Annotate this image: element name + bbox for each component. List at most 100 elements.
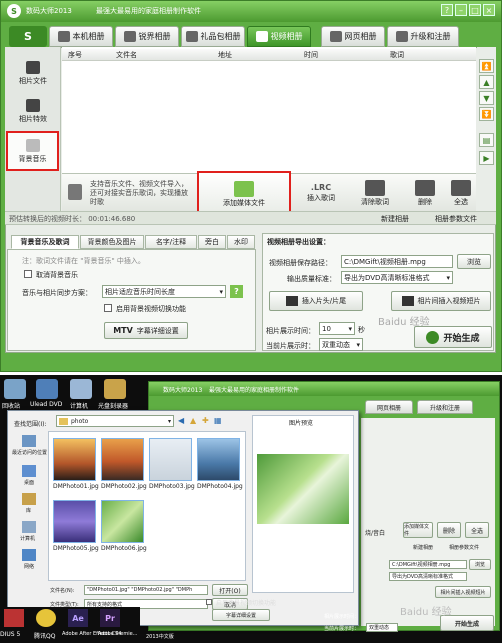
lrc-icon: .LRC: [310, 183, 332, 192]
list-scroll-controls: ⏫ ▲ ▼ ⏬ ▤ ▶: [477, 47, 496, 211]
help-icon[interactable]: ?: [230, 285, 243, 298]
subtab-music-lyrics[interactable]: 背景音乐及歌词: [11, 235, 79, 249]
close-button[interactable]: ×: [483, 4, 495, 16]
insert-lyrics-button[interactable]: .LRC 插入歌词: [298, 176, 344, 210]
insert-video-clip-button[interactable]: 相片间插入视频短片: [391, 291, 491, 311]
look-in-select[interactable]: photo ▾: [56, 415, 174, 427]
move-down-icon[interactable]: ▼: [479, 91, 494, 105]
library-icon[interactable]: [22, 493, 36, 505]
browse-button[interactable]: 浏览: [457, 254, 491, 269]
sidebar-item-background-music[interactable]: 背景音乐: [6, 131, 59, 171]
tab-web-album[interactable]: 网页相册: [321, 26, 385, 47]
app-title: 数码大师2013: [26, 7, 72, 15]
bg-fade-checkbox: [206, 599, 212, 605]
chevron-down-icon: ▾: [356, 340, 360, 349]
estimated-duration: 预估转换后的视频时长： 00:01:46.680: [9, 215, 136, 223]
delete-button[interactable]: 删除: [408, 176, 442, 210]
effect-select[interactable]: 双重动态 ▾: [319, 338, 363, 351]
minimize-button[interactable]: –: [455, 4, 467, 16]
file-thumb-04[interactable]: [197, 438, 240, 481]
fade-checkbox[interactable]: [104, 304, 112, 312]
ulead-dvd-icon[interactable]: [36, 379, 58, 399]
disc-burner-icon[interactable]: [104, 379, 126, 399]
image-icon: [57, 31, 70, 42]
maximize-button[interactable]: □: [469, 4, 481, 16]
monitor-icon: [123, 31, 136, 42]
column-filename: 文件名: [116, 51, 137, 59]
move-up-icon[interactable]: ▲: [479, 75, 494, 89]
upgrade-icon: [395, 31, 408, 42]
tab-screensaver-album[interactable]: 锐界相册: [115, 26, 179, 47]
new-album-link[interactable]: 新建相册: [381, 214, 409, 224]
insert-head-tail-button[interactable]: 插入片头/片尾: [269, 291, 363, 311]
file-thumb-03[interactable]: [149, 438, 192, 481]
after-effects-icon[interactable]: Ae: [68, 609, 88, 627]
filename-input[interactable]: "DMPhoto01.jpg" "DMPhoto02.jpg" "DMPh: [84, 585, 208, 595]
subtab-watermark[interactable]: 水印: [227, 235, 255, 249]
subtitle-settings-button[interactable]: MTV 字幕详细设置: [104, 322, 188, 339]
chevron-down-icon: ▾: [348, 324, 352, 333]
eraser-icon: [365, 179, 385, 196]
quality-select[interactable]: 导出为DVD高清晰标准格式 ▾: [341, 271, 453, 284]
subtab-bg-color[interactable]: 背景颜色及图片: [80, 235, 144, 249]
seconds-unit: 秒: [358, 326, 365, 334]
qq-icon[interactable]: [36, 609, 56, 627]
bg-browse: 浏览: [469, 559, 491, 570]
desktop-label-recycle: 回收站: [2, 403, 21, 410]
up-folder-icon[interactable]: ▲: [190, 416, 196, 425]
tab-local-album[interactable]: 本机相册: [49, 26, 113, 47]
sidebar-item-photo-effects[interactable]: 相片特效: [7, 93, 59, 129]
computer-place-icon[interactable]: [22, 521, 36, 533]
sync-select[interactable]: 相片适应音乐时间长度 ▾: [102, 285, 226, 298]
cancel-music-checkbox[interactable]: [24, 270, 32, 278]
move-bottom-icon[interactable]: ⏬: [479, 107, 494, 121]
show-time-input[interactable]: 10 ▾: [319, 322, 355, 335]
recent-places-icon[interactable]: [22, 435, 36, 447]
tab-upgrade-register[interactable]: 升级和注册: [387, 26, 459, 47]
album-params-link[interactable]: 相册参数文件: [435, 214, 477, 224]
look-in-label: 查找范围(I):: [14, 421, 47, 428]
open-button[interactable]: 打开(O): [212, 584, 248, 596]
select-all-button[interactable]: 全选: [446, 176, 476, 210]
fade-label: 启用背景视频切换功能: [116, 305, 186, 313]
bg-path: C:\DMGift\视频相册.mpg: [389, 560, 467, 569]
save-path-input[interactable]: C:\DMGift\视频相册.mpg: [341, 255, 453, 268]
sidebar: 相片文件 相片特效 背景音乐: [5, 47, 61, 211]
media-list-header: 序号 文件名 地址 时间 歌词: [62, 49, 476, 61]
premiere-icon[interactable]: Pr: [100, 609, 120, 627]
bg-select-all: 全选: [465, 522, 489, 538]
network-icon[interactable]: [22, 549, 36, 561]
places-bar: 最近访问的位置 桌面 库 计算机 网络: [12, 431, 47, 591]
media-list[interactable]: [62, 47, 476, 174]
subtab-narration[interactable]: 旁白: [198, 235, 226, 249]
expand-icon[interactable]: ▶: [479, 151, 494, 165]
file-thumb-02[interactable]: [101, 438, 144, 481]
file-list[interactable]: DMPhoto01.jpg DMPhoto02.jpg DMPhoto03.jp…: [48, 431, 246, 581]
file-thumb-05[interactable]: [53, 500, 96, 543]
recycle-bin-icon[interactable]: [4, 379, 26, 399]
help-button[interactable]: ?: [441, 4, 453, 16]
file-thumb-01[interactable]: [53, 438, 96, 481]
bg-tab-web: 网页相册: [365, 400, 413, 414]
clear-lyrics-button[interactable]: 清除歌词: [352, 176, 398, 210]
chevron-down-icon: ▾: [446, 273, 450, 282]
file-thumb-06[interactable]: [101, 500, 144, 543]
file-open-dialog: 查找范围(I): photo ▾ ◀ ▲ ✚ ▦ 最近访问的位置 桌面 库 计算机…: [7, 410, 359, 626]
tab-gift-album[interactable]: 礼品包相册: [181, 26, 245, 47]
view-menu-icon[interactable]: ▦: [214, 416, 222, 425]
back-icon[interactable]: ◀: [178, 416, 184, 425]
tab-video-album[interactable]: 视频相册: [247, 26, 311, 47]
start-generate-button[interactable]: 开始生成: [414, 326, 492, 348]
dius-icon[interactable]: [4, 609, 24, 627]
column-time: 时间: [304, 51, 318, 59]
move-top-icon[interactable]: ⏫: [479, 59, 494, 73]
app-slogan: 最强大最易用的家庭相册制作软件: [96, 7, 201, 15]
subtab-name-note[interactable]: 名字/注释: [145, 235, 197, 249]
toolbar-hint: 支持音乐文件、视频文件导入，还可对接实音乐歌词，实现播放时歌: [90, 180, 188, 206]
desktop-icon[interactable]: [22, 465, 36, 477]
info-icon[interactable]: ▤: [479, 133, 494, 147]
computer-icon[interactable]: [70, 379, 92, 399]
sidebar-item-photo-files[interactable]: 相片文件: [7, 55, 59, 91]
chevron-down-icon: ▾: [219, 287, 223, 296]
new-folder-icon[interactable]: ✚: [202, 416, 209, 425]
